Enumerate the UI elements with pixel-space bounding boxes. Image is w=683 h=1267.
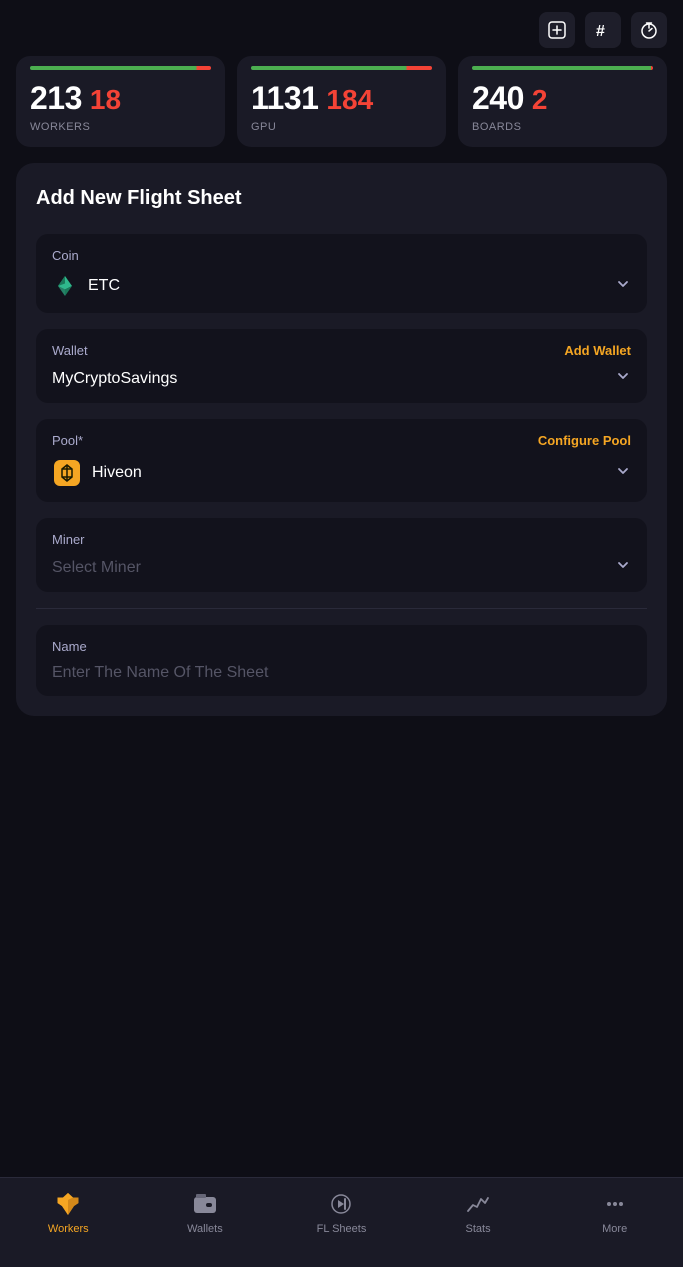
hiveon-icon (52, 458, 82, 488)
wallets-nav-icon (191, 1190, 219, 1218)
workers-bar (30, 66, 211, 70)
workers-alert: 18 (90, 84, 121, 116)
flsheets-nav-label: FL Sheets (317, 1223, 367, 1235)
coin-field[interactable]: Coin ETC (36, 234, 647, 313)
stats-nav-label: Stats (466, 1223, 491, 1235)
svg-text:#: # (596, 23, 605, 40)
wallet-field[interactable]: Wallet Add Wallet MyCryptoSavings (36, 329, 647, 403)
pool-field[interactable]: Pool* Configure Pool Hiveon (36, 419, 647, 502)
nav-stats[interactable]: Stats (410, 1190, 547, 1235)
stats-nav-icon (464, 1190, 492, 1218)
wallet-chevron-icon (615, 368, 631, 389)
pool-chevron-icon (615, 463, 631, 484)
wallet-header: Wallet Add Wallet (52, 343, 631, 358)
flsheets-nav-icon (327, 1190, 355, 1218)
boards-numbers: 240 2 (472, 80, 653, 117)
pool-select[interactable]: Hiveon (52, 458, 631, 488)
pool-value: Hiveon (52, 458, 142, 488)
boards-bar (472, 66, 653, 70)
stat-gpu: 1131 184 GPU (237, 56, 446, 147)
coin-select[interactable]: ETC (52, 273, 631, 299)
nav-workers[interactable]: Workers (0, 1190, 137, 1235)
wallets-nav-label: Wallets (187, 1223, 223, 1235)
gpu-bar (251, 66, 432, 70)
workers-nav-label: Workers (48, 1223, 89, 1235)
miner-value: Select Miner (52, 559, 141, 577)
miner-select[interactable]: Select Miner (52, 557, 631, 578)
wallet-label: Wallet (52, 343, 88, 358)
stat-workers: 213 18 WORKERS (16, 56, 225, 147)
wallet-select[interactable]: MyCryptoSavings (52, 368, 631, 389)
add-icon[interactable] (539, 12, 575, 48)
add-wallet-button[interactable]: Add Wallet (564, 343, 631, 358)
main-content: Add New Flight Sheet Coin ETC (0, 163, 683, 1230)
form-container: Add New Flight Sheet Coin ETC (16, 163, 667, 716)
timer-icon[interactable] (631, 12, 667, 48)
miner-field[interactable]: Miner Select Miner (36, 518, 647, 592)
nav-wallets[interactable]: Wallets (137, 1190, 274, 1235)
hash-icon[interactable]: # (585, 12, 621, 48)
coin-selected: ETC (88, 277, 120, 295)
form-title: Add New Flight Sheet (36, 187, 647, 210)
coin-label: Coin (52, 248, 631, 263)
boards-alert: 2 (532, 84, 548, 116)
workers-main: 213 (30, 80, 82, 117)
gpu-label: GPU (251, 121, 432, 133)
more-nav-icon (601, 1190, 629, 1218)
stats-row: 213 18 WORKERS 1131 184 GPU 240 2 BOARDS (0, 56, 683, 163)
pool-selected: Hiveon (92, 464, 142, 482)
miner-label: Miner (52, 532, 631, 547)
miner-chevron-icon (615, 557, 631, 578)
configure-pool-button[interactable]: Configure Pool (538, 433, 631, 448)
more-nav-label: More (602, 1223, 627, 1235)
gpu-main: 1131 (251, 80, 318, 117)
workers-numbers: 213 18 (30, 80, 211, 117)
nav-more[interactable]: More (546, 1190, 683, 1235)
etc-icon (52, 273, 78, 299)
name-label: Name (52, 639, 631, 654)
pool-label: Pool* (52, 433, 83, 448)
coin-value: ETC (52, 273, 120, 299)
pool-header: Pool* Configure Pool (52, 433, 631, 448)
coin-chevron-icon (615, 276, 631, 297)
name-placeholder: Enter The Name Of The Sheet (52, 664, 631, 682)
nav-flsheets[interactable]: FL Sheets (273, 1190, 410, 1235)
bottom-nav: Workers Wallets FL Sheets (0, 1177, 683, 1267)
workers-label: WORKERS (30, 121, 211, 133)
wallet-value: MyCryptoSavings (52, 370, 177, 388)
boards-label: BOARDS (472, 121, 653, 133)
gpu-alert: 184 (326, 84, 373, 116)
workers-nav-icon (54, 1190, 82, 1218)
divider (36, 608, 647, 609)
top-bar: # (0, 0, 683, 56)
stat-boards: 240 2 BOARDS (458, 56, 667, 147)
name-field[interactable]: Name Enter The Name Of The Sheet (36, 625, 647, 696)
boards-main: 240 (472, 80, 524, 117)
gpu-numbers: 1131 184 (251, 80, 432, 117)
